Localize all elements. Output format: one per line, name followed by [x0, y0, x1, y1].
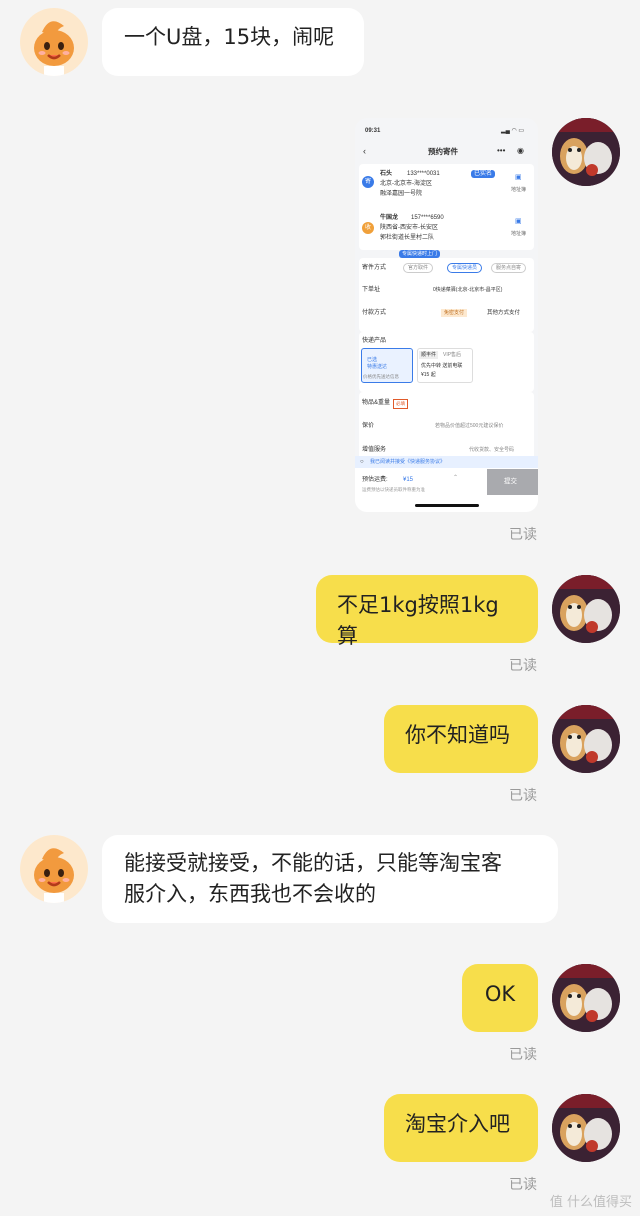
- status-time: 09:31: [365, 128, 381, 134]
- mascot-icon: [20, 835, 88, 903]
- address-book-button[interactable]: 地址簿: [511, 230, 526, 238]
- target-icon: ◉: [517, 146, 524, 155]
- read-receipt: 已读: [509, 658, 537, 674]
- message-text: 一个U盘，15块，闹呢: [124, 25, 335, 49]
- message-bubble-outgoing[interactable]: 淘宝介入吧: [384, 1094, 538, 1162]
- product-option-name: 顺丰件: [419, 351, 439, 359]
- product-selected-note: 价格优先送达信息: [363, 374, 399, 379]
- user-avatar[interactable]: [552, 1094, 620, 1162]
- message-text: 你不知道吗: [405, 723, 510, 747]
- fee-value: ¥15: [403, 477, 414, 483]
- status-icons: ▂▄ ◠ ▭: [501, 128, 525, 134]
- message-bubble-outgoing[interactable]: 你不知道吗: [384, 705, 538, 773]
- pickup-label: 下单址: [362, 287, 381, 293]
- product-option-tag: VIP售后: [443, 352, 462, 358]
- dog-photo-icon: [552, 575, 620, 643]
- mascot-icon: [20, 8, 88, 76]
- submit-label: 提交: [504, 478, 517, 485]
- sender-phone: 133****0031: [407, 171, 440, 177]
- merchant-avatar[interactable]: [20, 8, 88, 76]
- fee-label: 预估运费:: [362, 477, 388, 483]
- tooltip: 专属快递时上门: [399, 250, 441, 258]
- dog-photo-icon: [552, 118, 620, 186]
- location-icon[interactable]: ▣: [515, 218, 522, 226]
- insurance-value[interactable]: 若物品价值超过500元建议保价: [435, 422, 503, 430]
- option-official[interactable]: 官方取件: [403, 263, 434, 273]
- user-avatar[interactable]: [552, 964, 620, 1032]
- dog-photo-icon: [552, 705, 620, 773]
- insurance-label: 保价: [362, 423, 375, 429]
- home-indicator: [415, 504, 479, 507]
- receiver-name[interactable]: 牛国龙: [380, 214, 398, 222]
- fee-note: 运费预估以快递员取件称重为准: [362, 487, 425, 492]
- message-text-line: 服介入，东西我也不会收的: [124, 882, 376, 906]
- message-bubble-incoming[interactable]: 一个U盘，15块，闹呢: [102, 8, 364, 76]
- message-text: 不足1kg按照1kg算: [337, 593, 499, 648]
- message-text: 淘宝介入吧: [405, 1112, 510, 1136]
- message-bubble-incoming[interactable]: 能接受就接受，不能的话，只能等淘宝客 服介入，东西我也不会收的: [102, 835, 558, 923]
- sender-badge: 寄: [362, 176, 374, 188]
- weight-label: 物品&重量: [362, 400, 391, 406]
- product-label: 快递产品: [362, 338, 387, 344]
- receiver-address1: 陕西省-西安市-长安区: [380, 225, 438, 231]
- option-courier[interactable]: 专属快递员: [447, 263, 483, 273]
- user-avatar[interactable]: [552, 118, 620, 186]
- receiver-phone: 157****6590: [411, 215, 444, 221]
- back-icon: ‹: [363, 146, 366, 156]
- message-bubble-outgoing[interactable]: 不足1kg按照1kg算: [316, 575, 538, 648]
- dog-photo-icon: [552, 964, 620, 1032]
- receiver-badge: 收: [362, 222, 374, 234]
- shared-screenshot[interactable]: 09:31 ▂▄ ◠ ▭ ‹ 预约寄件 ••• ◉ 寄 石头 133****00…: [355, 118, 538, 512]
- verified-tag: 已实名: [471, 170, 496, 178]
- message-text-line: 能接受就接受，不能的话，只能等淘宝客: [124, 851, 502, 875]
- more-icon: •••: [497, 146, 506, 155]
- expand-icon[interactable]: ⌃: [453, 474, 458, 482]
- message-text: OK: [484, 982, 516, 1006]
- read-receipt: 已读: [509, 1177, 537, 1193]
- dog-photo-icon: [552, 1094, 620, 1162]
- product-option-price: ¥15 起: [421, 372, 436, 378]
- payment-value[interactable]: 其他方式支付: [487, 309, 520, 317]
- product-option-desc: 优先中转 送前电联: [421, 363, 463, 369]
- location-icon[interactable]: ▣: [515, 174, 522, 182]
- read-receipt: 已读: [509, 527, 537, 543]
- pickup-value[interactable]: 0快递菜驿(北京-北京市-昌平区): [433, 286, 502, 294]
- user-avatar[interactable]: [552, 575, 620, 643]
- sender-name[interactable]: 石头: [380, 170, 392, 178]
- receiver-address2: 郭杜街道长里村二队: [380, 235, 435, 241]
- message-bubble-outgoing[interactable]: OK: [462, 964, 538, 1032]
- sender-address2: 融泽嘉园一号院: [380, 191, 423, 197]
- sender-address1: 北京-北京市-海淀区: [380, 181, 432, 187]
- checkbox-icon[interactable]: ○: [360, 458, 364, 466]
- screen-title: 预约寄件: [428, 147, 458, 156]
- product-selected-name: 特惠送达: [367, 364, 388, 370]
- read-receipt: 已读: [509, 1047, 537, 1063]
- watermark: 值 什么值得买: [549, 1195, 632, 1210]
- extra-service-label: 增值服务: [362, 447, 387, 453]
- send-method-label: 寄件方式: [362, 265, 387, 271]
- read-receipt: 已读: [509, 788, 537, 804]
- merchant-avatar[interactable]: [20, 835, 88, 903]
- payment-label: 付款方式: [362, 310, 387, 316]
- user-avatar[interactable]: [552, 705, 620, 773]
- payment-tag: 免密支付: [441, 309, 468, 317]
- required-tag: 必填: [393, 399, 408, 409]
- extra-service-value[interactable]: 代收货款、安全号码: [469, 446, 514, 454]
- address-book-button[interactable]: 地址簿: [511, 186, 526, 194]
- option-self[interactable]: 服务点自寄: [491, 263, 527, 273]
- agreement-text[interactable]: 我已阅读并接受《快递服务协议》: [370, 458, 445, 466]
